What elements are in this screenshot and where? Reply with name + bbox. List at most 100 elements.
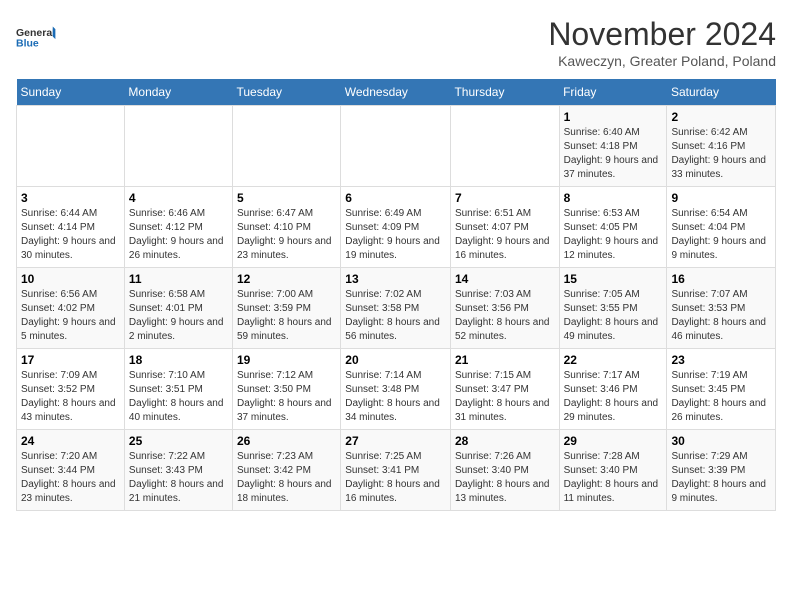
day-number: 22 — [564, 353, 663, 367]
day-info: Sunrise: 6:40 AM Sunset: 4:18 PM Dayligh… — [564, 126, 663, 182]
calendar-cell: 20Sunrise: 7:14 AM Sunset: 3:48 PM Dayli… — [341, 349, 451, 430]
col-header-friday: Friday — [559, 79, 667, 106]
day-info: Sunrise: 6:58 AM Sunset: 4:01 PM Dayligh… — [129, 288, 228, 344]
day-info: Sunrise: 7:26 AM Sunset: 3:40 PM Dayligh… — [455, 450, 555, 506]
logo-svg: General Blue — [16, 16, 58, 58]
day-info: Sunrise: 7:23 AM Sunset: 3:42 PM Dayligh… — [237, 450, 336, 506]
title-area: November 2024 Kaweczyn, Greater Poland, … — [548, 16, 776, 69]
header-row: SundayMondayTuesdayWednesdayThursdayFrid… — [17, 79, 776, 106]
calendar-cell: 18Sunrise: 7:10 AM Sunset: 3:51 PM Dayli… — [124, 349, 232, 430]
calendar-cell: 17 Sunrise: 7:09 AM Sunset: 3:52 PM Dayli… — [17, 349, 125, 430]
day-number: 24 — [21, 434, 120, 448]
col-header-tuesday: Tuesday — [232, 79, 340, 106]
day-number: 18 — [129, 353, 228, 367]
day-number: 6 — [345, 191, 446, 205]
calendar-cell: 24 Sunrise: 7:20 AM Sunset: 3:44 PM Dayli… — [17, 430, 125, 511]
day-info: Sunrise: 7:28 AM Sunset: 3:40 PM Dayligh… — [564, 450, 663, 506]
day-number: 12 — [237, 272, 336, 286]
day-number: 19 — [237, 353, 336, 367]
day-info: Sunrise: 6:46 AM Sunset: 4:12 PM Dayligh… — [129, 207, 228, 263]
day-info: Sunrise: 7:29 AM Sunset: 3:39 PM Dayligh… — [671, 450, 771, 506]
day-number: 11 — [129, 272, 228, 286]
day-number: 13 — [345, 272, 446, 286]
day-number: 16 — [671, 272, 771, 286]
day-info: Sunrise: 7:12 AM Sunset: 3:50 PM Dayligh… — [237, 369, 336, 425]
day-info: Sunrise: 7:20 AM Sunset: 3:44 PM Dayligh… — [21, 450, 120, 506]
day-number: 23 — [671, 353, 771, 367]
day-info: Sunrise: 6:54 AM Sunset: 4:04 PM Dayligh… — [671, 207, 771, 263]
calendar-cell: 8 Sunrise: 6:53 AM Sunset: 4:05 PM Daylig… — [559, 187, 667, 268]
col-header-wednesday: Wednesday — [341, 79, 451, 106]
day-info: Sunrise: 7:15 AM Sunset: 3:47 PM Dayligh… — [455, 369, 555, 425]
day-number: 17 — [21, 353, 120, 367]
day-info: Sunrise: 6:51 AM Sunset: 4:07 PM Dayligh… — [455, 207, 555, 263]
calendar-cell: 15Sunrise: 7:05 AM Sunset: 3:55 PM Dayli… — [559, 268, 667, 349]
calendar-cell: 19 Sunrise: 7:12 AM Sunset: 3:50 PM Dayli… — [232, 349, 340, 430]
col-header-thursday: Thursday — [450, 79, 559, 106]
calendar-cell: 30Sunrise: 7:29 AM Sunset: 3:39 PM Dayli… — [667, 430, 776, 511]
location-subtitle: Kaweczyn, Greater Poland, Poland — [548, 53, 776, 69]
day-number: 8 — [564, 191, 663, 205]
day-info: Sunrise: 6:53 AM Sunset: 4:05 PM Dayligh… — [564, 207, 663, 263]
calendar-cell: 21 Sunrise: 7:15 AM Sunset: 3:47 PM Dayli… — [450, 349, 559, 430]
calendar-cell: 28 Sunrise: 7:26 AM Sunset: 3:40 PM Dayli… — [450, 430, 559, 511]
calendar-cell — [124, 106, 232, 187]
calendar-cell: 10 Sunrise: 6:56 AM Sunset: 4:02 PM Dayli… — [17, 268, 125, 349]
day-info: Sunrise: 7:03 AM Sunset: 3:56 PM Dayligh… — [455, 288, 555, 344]
day-info: Sunrise: 7:19 AM Sunset: 3:45 PM Dayligh… — [671, 369, 771, 425]
svg-text:Blue: Blue — [16, 37, 39, 49]
calendar-cell: 12Sunrise: 7:00 AM Sunset: 3:59 PM Dayli… — [232, 268, 340, 349]
week-row-5: 24 Sunrise: 7:20 AM Sunset: 3:44 PM Dayli… — [17, 430, 776, 511]
calendar-cell: 11 Sunrise: 6:58 AM Sunset: 4:01 PM Dayli… — [124, 268, 232, 349]
day-number: 1 — [564, 110, 663, 124]
calendar-cell: 25Sunrise: 7:22 AM Sunset: 3:43 PM Dayli… — [124, 430, 232, 511]
day-number: 4 — [129, 191, 228, 205]
week-row-3: 10 Sunrise: 6:56 AM Sunset: 4:02 PM Dayli… — [17, 268, 776, 349]
calendar-cell: 14 Sunrise: 7:03 AM Sunset: 3:56 PM Dayli… — [450, 268, 559, 349]
calendar-cell: 26Sunrise: 7:23 AM Sunset: 3:42 PM Dayli… — [232, 430, 340, 511]
header: General Blue November 2024 Kaweczyn, Gre… — [16, 16, 776, 69]
day-info: Sunrise: 6:44 AM Sunset: 4:14 PM Dayligh… — [21, 207, 120, 263]
week-row-1: 1 Sunrise: 6:40 AM Sunset: 4:18 PM Daylig… — [17, 106, 776, 187]
calendar-cell: 5 Sunrise: 6:47 AM Sunset: 4:10 PM Daylig… — [232, 187, 340, 268]
week-row-4: 17 Sunrise: 7:09 AM Sunset: 3:52 PM Dayli… — [17, 349, 776, 430]
calendar-table: SundayMondayTuesdayWednesdayThursdayFrid… — [16, 79, 776, 511]
calendar-cell: 22Sunrise: 7:17 AM Sunset: 3:46 PM Dayli… — [559, 349, 667, 430]
day-info: Sunrise: 6:56 AM Sunset: 4:02 PM Dayligh… — [21, 288, 120, 344]
calendar-cell: 6 Sunrise: 6:49 AM Sunset: 4:09 PM Daylig… — [341, 187, 451, 268]
day-info: Sunrise: 7:02 AM Sunset: 3:58 PM Dayligh… — [345, 288, 446, 344]
day-number: 9 — [671, 191, 771, 205]
day-info: Sunrise: 7:09 AM Sunset: 3:52 PM Dayligh… — [21, 369, 120, 425]
month-title: November 2024 — [548, 16, 776, 53]
day-info: Sunrise: 7:25 AM Sunset: 3:41 PM Dayligh… — [345, 450, 446, 506]
day-number: 5 — [237, 191, 336, 205]
day-number: 14 — [455, 272, 555, 286]
day-number: 28 — [455, 434, 555, 448]
col-header-sunday: Sunday — [17, 79, 125, 106]
day-number: 21 — [455, 353, 555, 367]
day-number: 10 — [21, 272, 120, 286]
day-number: 29 — [564, 434, 663, 448]
calendar-cell: 23 Sunrise: 7:19 AM Sunset: 3:45 PM Dayli… — [667, 349, 776, 430]
calendar-cell: 2 Sunrise: 6:42 AM Sunset: 4:16 PM Daylig… — [667, 106, 776, 187]
calendar-cell: 29 Sunrise: 7:28 AM Sunset: 3:40 PM Dayli… — [559, 430, 667, 511]
calendar-cell: 1 Sunrise: 6:40 AM Sunset: 4:18 PM Daylig… — [559, 106, 667, 187]
week-row-2: 3Sunrise: 6:44 AM Sunset: 4:14 PM Daylig… — [17, 187, 776, 268]
day-number: 27 — [345, 434, 446, 448]
col-header-monday: Monday — [124, 79, 232, 106]
calendar-cell — [341, 106, 451, 187]
calendar-cell — [17, 106, 125, 187]
day-info: Sunrise: 7:05 AM Sunset: 3:55 PM Dayligh… — [564, 288, 663, 344]
calendar-cell — [450, 106, 559, 187]
day-info: Sunrise: 6:42 AM Sunset: 4:16 PM Dayligh… — [671, 126, 771, 182]
logo: General Blue — [16, 16, 58, 58]
day-number: 25 — [129, 434, 228, 448]
day-info: Sunrise: 6:49 AM Sunset: 4:09 PM Dayligh… — [345, 207, 446, 263]
day-number: 2 — [671, 110, 771, 124]
day-info: Sunrise: 6:47 AM Sunset: 4:10 PM Dayligh… — [237, 207, 336, 263]
calendar-cell: 4 Sunrise: 6:46 AM Sunset: 4:12 PM Daylig… — [124, 187, 232, 268]
day-number: 7 — [455, 191, 555, 205]
col-header-saturday: Saturday — [667, 79, 776, 106]
calendar-cell — [232, 106, 340, 187]
calendar-cell: 9 Sunrise: 6:54 AM Sunset: 4:04 PM Daylig… — [667, 187, 776, 268]
